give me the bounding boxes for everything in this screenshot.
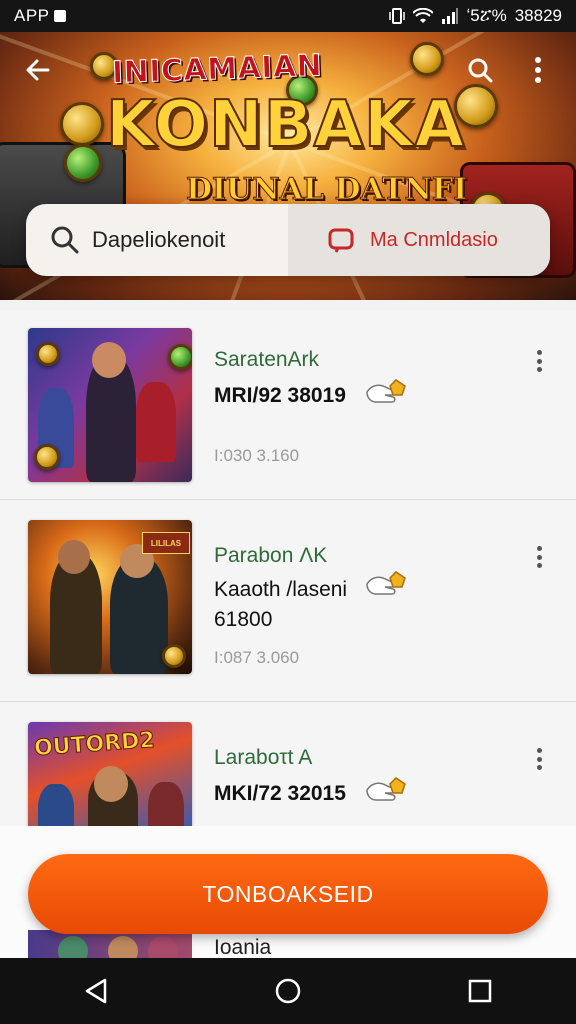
sim-icon xyxy=(53,10,66,22)
item-thumbnail: OUTORD2 xyxy=(28,722,192,830)
hero-subtitle: DIUNAL DATNFI xyxy=(185,172,468,208)
coin-decoration xyxy=(410,42,444,76)
app-label: APP xyxy=(14,6,50,25)
search-button[interactable] xyxy=(458,48,502,92)
list-item[interactable]: OUTORD2 Laraboτt A MKI/72 32015 xyxy=(0,702,576,830)
circle-home-icon xyxy=(275,978,301,1004)
arrow-left-icon xyxy=(26,59,50,81)
reaction-icon[interactable] xyxy=(364,570,408,600)
item-title: Parabon ɅK xyxy=(214,544,328,567)
peek-item-thumbnail xyxy=(28,930,192,958)
vibrate-icon xyxy=(388,8,405,24)
reaction-icon[interactable] xyxy=(364,378,408,408)
list-item[interactable]: LILILAS Parabon ɅK Kaaoth /laseni 61800 … xyxy=(0,500,576,702)
signal-icon xyxy=(441,8,458,24)
item-thumbnail xyxy=(28,328,192,482)
item-menu-button[interactable] xyxy=(528,742,550,776)
reaction-icon[interactable] xyxy=(364,776,408,806)
square-recents-icon xyxy=(468,979,492,1003)
item-title: SaratenArk xyxy=(214,348,320,371)
list-item[interactable]: SaratenArk MRI/92 38019 I:030 3.160 xyxy=(0,310,576,500)
more-options-button[interactable] xyxy=(520,48,556,92)
item-code: 61800 xyxy=(214,608,273,631)
item-meta: I:030 3.160 xyxy=(214,446,300,465)
hero-banner: INICAMAIAN KONBAKA DIUNAL DATNFI Dapelio… xyxy=(0,32,576,300)
peek-item-title: Ioania xyxy=(214,936,272,959)
search-field[interactable]: Dapeliokenoit xyxy=(26,204,288,276)
triangle-back-icon xyxy=(85,978,107,1004)
category-label: Ma Cnmldasio xyxy=(370,228,498,251)
kebab-menu-icon xyxy=(535,57,541,83)
item-title: Laraboτt A xyxy=(214,746,313,769)
search-icon xyxy=(468,58,493,83)
nav-recents-button[interactable] xyxy=(450,961,510,1021)
search-icon xyxy=(51,226,79,254)
wifi-icon xyxy=(412,8,433,23)
nav-home-button[interactable] xyxy=(258,961,318,1021)
status-right: ʻ5ፘ% 38829 xyxy=(388,6,562,26)
category-icon xyxy=(328,228,354,253)
nav-back-button[interactable] xyxy=(66,961,126,1021)
item-thumbnail: LILILAS xyxy=(28,520,192,674)
coin-decoration xyxy=(60,102,104,146)
system-nav-bar xyxy=(0,958,576,1024)
search-input-text: Dapeliokenoit xyxy=(92,227,226,252)
item-thumbnail-badge: LILILAS xyxy=(142,532,190,554)
search-bar: Dapeliokenoit Ma Cnmldasio xyxy=(26,204,550,276)
item-menu-button[interactable] xyxy=(528,540,550,574)
primary-cta-button[interactable]: TONBOAKSEID xyxy=(28,854,548,934)
category-filter[interactable]: Ma Cnmldasio xyxy=(288,204,550,276)
game-list: SaratenArk MRI/92 38019 I:030 3.160 LILI… xyxy=(0,310,576,830)
hero-title-top: INICAMAIAN xyxy=(111,48,323,91)
item-code: MRI/92 38019 xyxy=(214,384,346,407)
item-meta: I:087 3.060 xyxy=(214,648,300,667)
hero-title: KONBAKA xyxy=(105,87,466,163)
item-thumbnail-logo: OUTORD2 xyxy=(33,727,156,762)
item-subtitle: Kaaoth /laseni xyxy=(214,578,348,601)
item-code: MKI/72 32015 xyxy=(214,782,346,805)
clock: 38829 xyxy=(514,6,562,25)
coin-decoration xyxy=(64,144,102,182)
bottom-action-area: Ioania TONBOAKSEID xyxy=(0,826,576,959)
back-button[interactable] xyxy=(16,48,60,92)
item-menu-button[interactable] xyxy=(528,344,550,378)
status-bar: APP ʻ5ፘ% 38829 xyxy=(0,0,576,32)
battery-percent: ʻ5ፘ% xyxy=(466,6,507,25)
status-left: APP xyxy=(14,6,66,26)
